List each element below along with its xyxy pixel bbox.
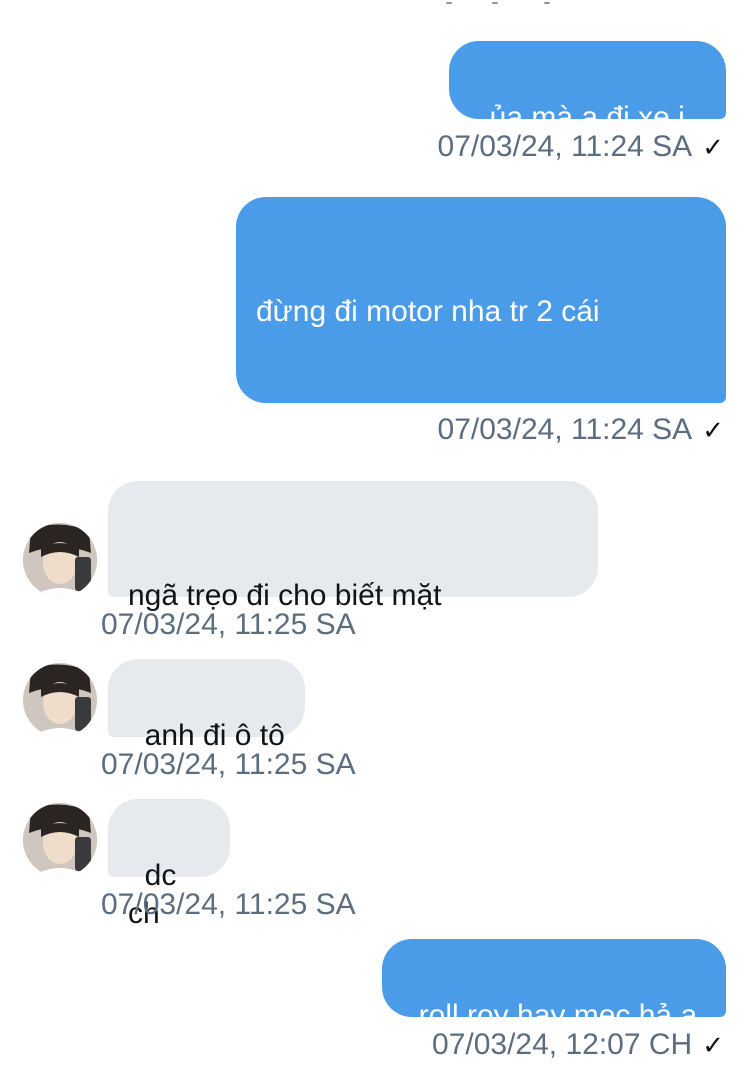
message-timestamp: 07/03/24, 11:25 SA bbox=[101, 607, 356, 643]
user-avatar-icon[interactable] bbox=[23, 663, 97, 737]
message-bubble-outgoing[interactable]: đừng đi motor nha tr 2 cái thân này mà đ… bbox=[236, 197, 726, 720]
check-icon: ✓ bbox=[702, 415, 724, 445]
timestamp-text: 07/03/24, 11:24 SA bbox=[437, 413, 693, 446]
message-bubble-outgoing[interactable]: roll roy hay mẹc hả a bbox=[382, 939, 726, 1032]
user-avatar-icon[interactable] bbox=[23, 523, 97, 597]
check-icon: ✓ bbox=[702, 132, 724, 162]
timestamp-text: 07/03/24, 11:25 SA bbox=[101, 748, 356, 781]
message-timestamp: 07/03/24, 11:25 SA bbox=[101, 887, 356, 923]
message-bubble-outgoing[interactable]: ủa mà a đi xe j v bbox=[449, 41, 726, 172]
timestamp-text: 07/03/24, 12:07 CH bbox=[432, 1028, 693, 1061]
message-timestamp: 07/03/24, 11:25 SA bbox=[101, 747, 356, 783]
timestamp-text: 07/03/24, 11:25 SA bbox=[101, 608, 356, 641]
message-text-line: đừng đi motor nha tr 2 cái bbox=[256, 295, 600, 328]
message-bubble-incoming[interactable]: ngã trẹo đi cho biết mặt =))))))) bbox=[108, 481, 598, 726]
timestamp-text: 07/03/24, 11:24 SA bbox=[437, 130, 693, 163]
message-timestamp: 07/03/24, 12:07 CH ✓ bbox=[432, 1027, 724, 1063]
check-icon: ✓ bbox=[702, 1030, 724, 1060]
timestamp-text: 07/03/24, 11:25 SA bbox=[101, 888, 356, 921]
message-timestamp: 07/03/24, 11:24 SA ✓ bbox=[438, 412, 724, 448]
message-bubble-incoming[interactable]: dc ch bbox=[108, 799, 230, 930]
scroll-fragment-top bbox=[440, 0, 560, 6]
user-avatar-icon[interactable] bbox=[23, 803, 97, 877]
message-bubble-incoming[interactable]: anh đi ô tô bbox=[108, 659, 305, 752]
message-timestamp: 07/03/24, 11:24 SA ✓ bbox=[438, 129, 724, 165]
